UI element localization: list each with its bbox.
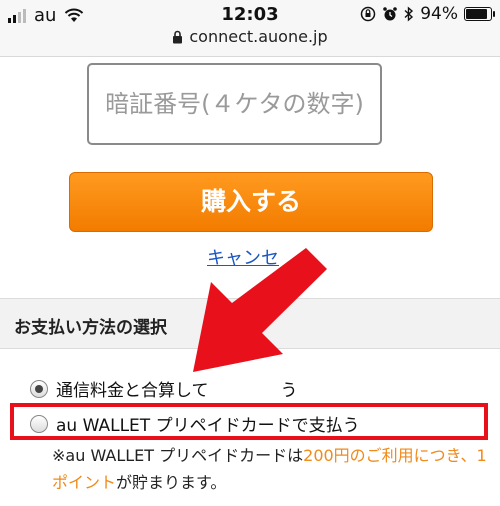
payment-option-carrier[interactable]: 通信料金と合算して う (30, 376, 298, 401)
option-carrier-label-tail: う (280, 381, 298, 401)
pin-input[interactable] (87, 63, 382, 145)
alarm-icon (383, 7, 398, 21)
option-carrier-label: 通信料金と合算して (56, 381, 209, 401)
status-bar: au 12:03 94% connect.auone.jp (0, 0, 500, 57)
purchase-button[interactable]: 購入する (69, 172, 433, 232)
option-wallet-label: au WALLET プリペイドカードで支払う (56, 416, 360, 436)
payment-option-wallet[interactable]: au WALLET プリペイドカードで支払う (30, 411, 360, 436)
note-suffix: が貯まります。 (116, 473, 227, 492)
note-prefix: ※au WALLET プリペイドカードは (52, 446, 304, 465)
address-bar[interactable]: connect.auone.jp (0, 27, 500, 46)
bluetooth-icon (404, 6, 414, 22)
status-right: 94% (360, 4, 495, 24)
cancel-link[interactable]: キャンセ (207, 244, 279, 270)
payment-section-header: お支払い方法の選択 (0, 298, 500, 349)
radio-au-wallet[interactable] (30, 414, 48, 433)
section-title: お支払い方法の選択 (14, 318, 167, 338)
url-text: connect.auone.jp (189, 27, 328, 46)
radio-carrier-billing[interactable] (30, 379, 48, 398)
wallet-points-note: ※au WALLET プリペイドカードは200円のご利用につき、1ポイントが貯ま… (52, 442, 492, 496)
orientation-lock-icon (360, 6, 376, 22)
battery-icon (464, 7, 495, 21)
battery-percent: 94% (420, 4, 458, 24)
lock-icon (173, 30, 183, 44)
